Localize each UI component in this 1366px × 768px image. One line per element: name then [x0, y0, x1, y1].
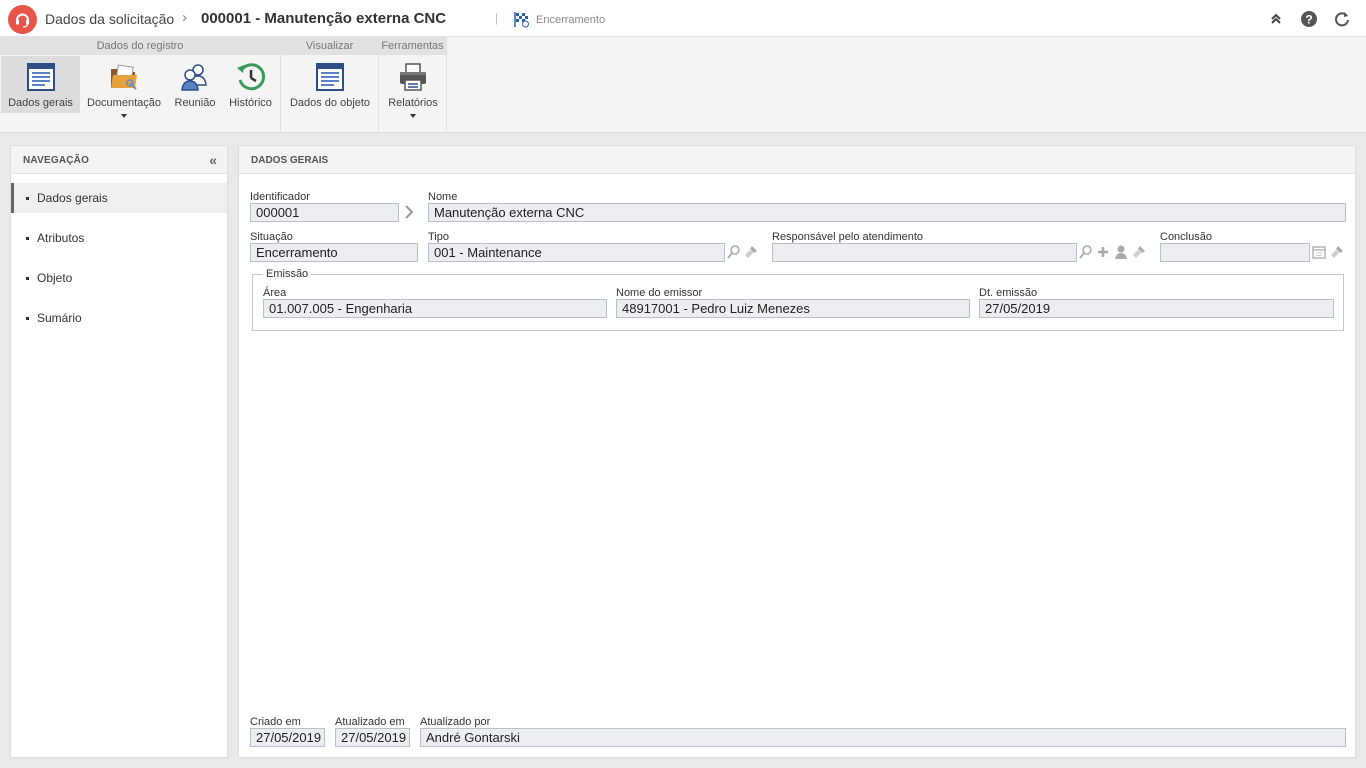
criado-em-label: Criado em [250, 716, 301, 728]
conclusao-label: Conclusão [1160, 231, 1212, 243]
status-label: Encerramento [536, 14, 606, 26]
ribbon-group-ferramentas: Ferramentas Relatórios [379, 37, 447, 132]
form-icon [26, 63, 55, 91]
atualizado-por-field[interactable]: André Gontarski [420, 728, 1346, 747]
atualizado-em-field[interactable]: 27/05/2019 [335, 728, 410, 747]
relatorios-button[interactable]: Relatórios [383, 56, 443, 118]
dt-emissao-field[interactable]: 27/05/2019 [979, 299, 1334, 318]
responsavel-field[interactable] [772, 243, 1077, 262]
help-icon[interactable]: ? [1300, 10, 1318, 28]
situacao-field[interactable]: Encerramento [250, 243, 418, 262]
add-icon[interactable] [1095, 244, 1111, 260]
page-title: 000001 - Manutenção externa CNC [201, 10, 447, 27]
clear-brush-icon[interactable] [1131, 244, 1147, 260]
nav-item-atributos[interactable]: Atributos [11, 223, 227, 253]
criado-em-field[interactable]: 27/05/2019 [250, 728, 325, 747]
ribbon-group-title: Ferramentas [379, 37, 446, 55]
breadcrumb-root[interactable]: Dados da solicitação [45, 11, 174, 27]
conclusao-field[interactable] [1160, 243, 1310, 262]
documentacao-button[interactable]: Documentação [84, 56, 164, 118]
navigation-header: NAVEGAÇÃO « [11, 146, 227, 174]
dados-gerais-button[interactable]: Dados gerais [1, 56, 80, 113]
chevron-up-double-icon[interactable] [1267, 10, 1285, 28]
chevron-right-icon[interactable] [401, 204, 417, 220]
relatorios-label: Relatórios [388, 97, 438, 109]
folder-documents-icon [111, 64, 137, 90]
section-title: DADOS GERAIS [251, 155, 329, 166]
clear-brush-icon[interactable] [1329, 244, 1345, 260]
dados-objeto-label: Dados do objeto [289, 97, 371, 109]
user-icon[interactable] [1113, 244, 1129, 260]
navigation-title: NAVEGAÇÃO [23, 155, 90, 166]
nav-item-sumario[interactable]: Sumário [11, 303, 227, 333]
identificador-field[interactable]: 000001 [250, 203, 399, 222]
nav-item-label: Sumário [37, 311, 82, 325]
dropdown-caret-icon [410, 114, 416, 118]
search-icon[interactable] [1078, 244, 1094, 260]
tipo-field[interactable]: 001 - Maintenance [428, 243, 725, 262]
ribbon-toolbar: Dados do registro Dados gerais Documenta… [0, 37, 1366, 133]
search-icon[interactable] [726, 244, 742, 260]
section-header: DADOS GERAIS [239, 146, 1355, 174]
form-icon [316, 63, 344, 91]
header-divider: | [495, 11, 499, 25]
calendar-icon[interactable] [1311, 244, 1327, 260]
collapse-panel-icon[interactable]: « [209, 152, 217, 168]
nome-field[interactable]: Manutenção externa CNC [428, 203, 1346, 222]
ribbon-group-visualizar: Visualizar Dados do objeto [281, 37, 379, 132]
emissor-field[interactable]: 48917001 - Pedro Luiz Menezes [616, 299, 970, 318]
atualizado-em-label: Atualizado em [335, 716, 405, 728]
area-field[interactable]: 01.007.005 - Engenharia [263, 299, 607, 318]
navigation-panel: NAVEGAÇÃO « Dados gerais Atributos Objet… [10, 145, 228, 758]
nav-item-label: Objeto [37, 271, 73, 285]
documentacao-label: Documentação [87, 97, 161, 109]
historico-label: Histórico [229, 97, 272, 109]
ribbon-group-registro: Dados do registro Dados gerais Documenta… [0, 37, 281, 132]
headset-icon [16, 13, 29, 28]
history-clock-icon [236, 63, 265, 91]
main-panel: DADOS GERAIS Identificador 000001 Nome M… [238, 145, 1356, 758]
bullet-icon [26, 237, 29, 240]
svg-text:?: ? [1305, 13, 1312, 27]
dt-emissao-label: Dt. emissão [979, 287, 1038, 299]
checkered-flag-icon [514, 12, 529, 28]
nav-item-label: Dados gerais [37, 191, 108, 205]
tipo-label: Tipo [428, 231, 449, 243]
area-label: Área [263, 287, 287, 299]
dropdown-caret-icon [121, 114, 127, 118]
reuniao-button[interactable]: Reunião [170, 56, 220, 113]
nav-item-objeto[interactable]: Objeto [11, 263, 227, 293]
emissao-legend: Emissão [263, 268, 312, 280]
reuniao-label: Reunião [174, 97, 216, 109]
bullet-icon [26, 197, 29, 200]
nome-label: Nome [428, 191, 458, 203]
ribbon-group-title: Dados do registro [0, 37, 280, 55]
historico-button[interactable]: Histórico [225, 56, 276, 113]
nav-item-dados-gerais[interactable]: Dados gerais [11, 183, 227, 213]
meeting-people-icon [181, 64, 207, 91]
situacao-label: Situação [250, 231, 293, 243]
nav-item-label: Atributos [37, 231, 85, 245]
bullet-icon [26, 277, 29, 280]
emissor-label: Nome do emissor [616, 287, 703, 299]
responsavel-label: Responsável pelo atendimento [772, 231, 924, 243]
dados-gerais-label: Dados gerais [8, 97, 73, 109]
bullet-icon [26, 317, 29, 320]
emissao-group: Emissão Área 01.007.005 - Engenharia Nom… [252, 268, 1344, 331]
atualizado-por-label: Atualizado por [420, 716, 491, 728]
refresh-icon[interactable] [1333, 10, 1351, 28]
app-logo [8, 5, 37, 34]
printer-icon [400, 63, 426, 91]
ribbon-group-title: Visualizar [281, 37, 378, 55]
top-header: Dados da solicitação › 000001 - Manutenç… [0, 0, 1366, 37]
breadcrumb-separator: › [182, 9, 187, 26]
dados-objeto-button[interactable]: Dados do objeto [286, 56, 374, 113]
clear-brush-icon[interactable] [743, 244, 759, 260]
identificador-label: Identificador [250, 191, 310, 203]
